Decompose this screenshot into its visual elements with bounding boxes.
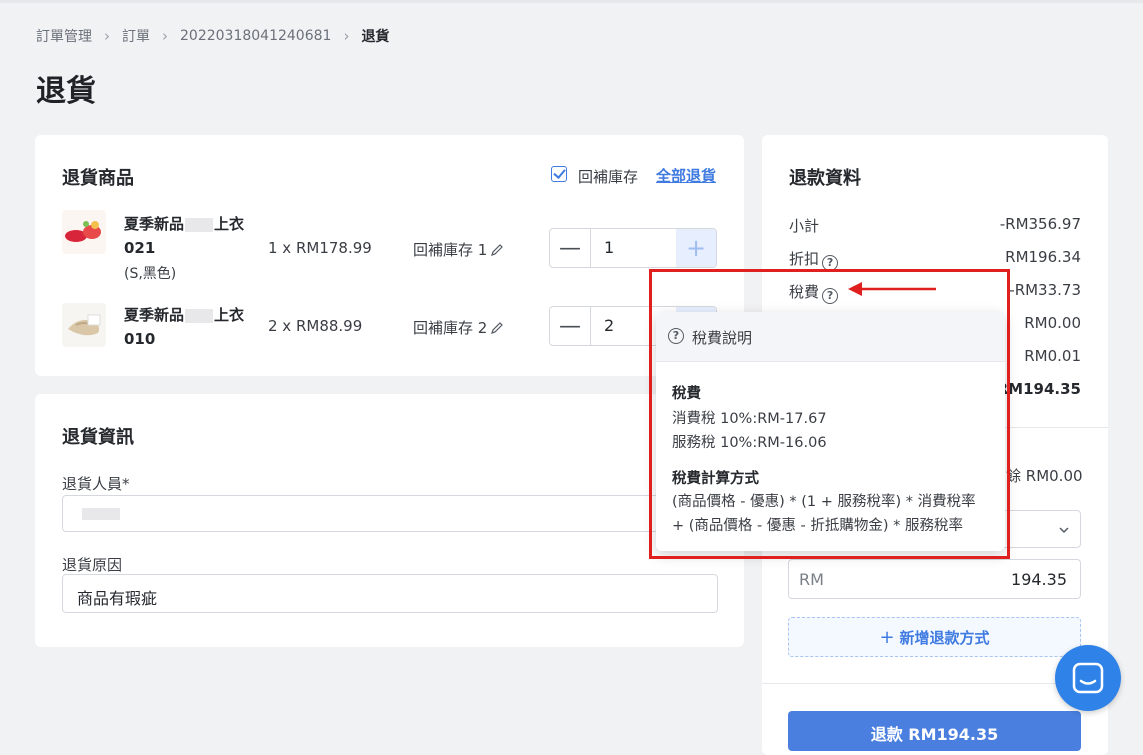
product-variant: (S,黑色) [124, 266, 177, 282]
chevron-right-icon: › [104, 27, 110, 45]
product-qty-price: 2 x RM88.99 [268, 317, 363, 335]
breadcrumb-order-management[interactable]: 訂單管理 [36, 26, 92, 46]
plus-icon: + [879, 626, 895, 648]
quantity-value[interactable]: 2 [604, 316, 614, 335]
breadcrumb-orders[interactable]: 訂單 [122, 26, 150, 46]
breadcrumb-order-id[interactable]: 20220318041240681 [180, 28, 331, 44]
chevron-right-icon: › [343, 27, 350, 45]
reason-label: 退貨原因 [62, 556, 123, 574]
staff-select[interactable] [62, 495, 718, 532]
chat-widget-button[interactable] [1055, 645, 1121, 711]
currency-prefix: RM [799, 570, 824, 589]
chevron-down-icon [1059, 527, 1069, 534]
summary-row-subtotal: 小計 -RM356.97 [789, 215, 1081, 235]
chat-icon [1072, 662, 1104, 694]
redacted-block [185, 217, 214, 232]
edit-pencil-icon[interactable] [490, 321, 504, 335]
refund-amount-value: 194.35 [1011, 570, 1067, 589]
return-all-link[interactable]: 全部退貨 [656, 165, 716, 186]
return-items-title: 退貨商品 [62, 168, 134, 189]
decrement-button[interactable]: — [550, 307, 591, 345]
refund-button[interactable]: 退款 RM194.35 [788, 711, 1081, 751]
product-thumbnail [62, 210, 106, 254]
product-name: 夏季新品 上衣 010 [124, 306, 245, 348]
refund-amount-input[interactable]: RM 194.35 [788, 559, 1081, 599]
reason-input[interactable]: 商品有瑕疵 [62, 574, 718, 613]
product-name: 夏季新品 上衣 021 [124, 215, 245, 257]
restock-quantity: 回補庫存 2 [413, 317, 504, 338]
breadcrumb-current: 退貨 [361, 29, 390, 45]
refund-title: 退款資料 [789, 168, 861, 189]
product-qty-price: 1 x RM178.99 [268, 239, 372, 257]
restock-checkbox-label[interactable]: 回補庫存 [578, 166, 638, 187]
top-border [0, 0, 1143, 3]
restock-quantity: 回補庫存 1 [413, 239, 504, 260]
edit-pencil-icon[interactable] [490, 243, 504, 257]
annotation-highlight-box [649, 269, 1010, 559]
return-info-title: 退貨資訊 [62, 427, 134, 448]
decrement-button[interactable]: — [550, 229, 591, 267]
reason-value: 商品有瑕疵 [77, 589, 158, 608]
add-refund-method-button[interactable]: + 新增退款方式 [788, 617, 1081, 657]
restock-checkbox[interactable] [551, 166, 567, 182]
increment-button[interactable]: + [676, 229, 716, 267]
summary-row-discount: 折扣? RM196.34 [789, 248, 1081, 271]
staff-label: 退貨人員* [62, 475, 130, 493]
quantity-stepper: — 1 + [549, 228, 717, 268]
breadcrumb: 訂單管理 › 訂單 › 20220318041240681 › 退貨 [36, 26, 389, 46]
annotation-arrow-icon [848, 282, 936, 296]
chevron-right-icon: › [162, 27, 168, 45]
product-thumbnail [62, 303, 106, 347]
redacted-block [82, 508, 120, 520]
redacted-block [185, 308, 214, 323]
quantity-value[interactable]: 1 [604, 238, 614, 257]
remaining-amount: 餘 RM0.00 [1006, 467, 1083, 485]
page-title: 退貨 [36, 74, 96, 109]
